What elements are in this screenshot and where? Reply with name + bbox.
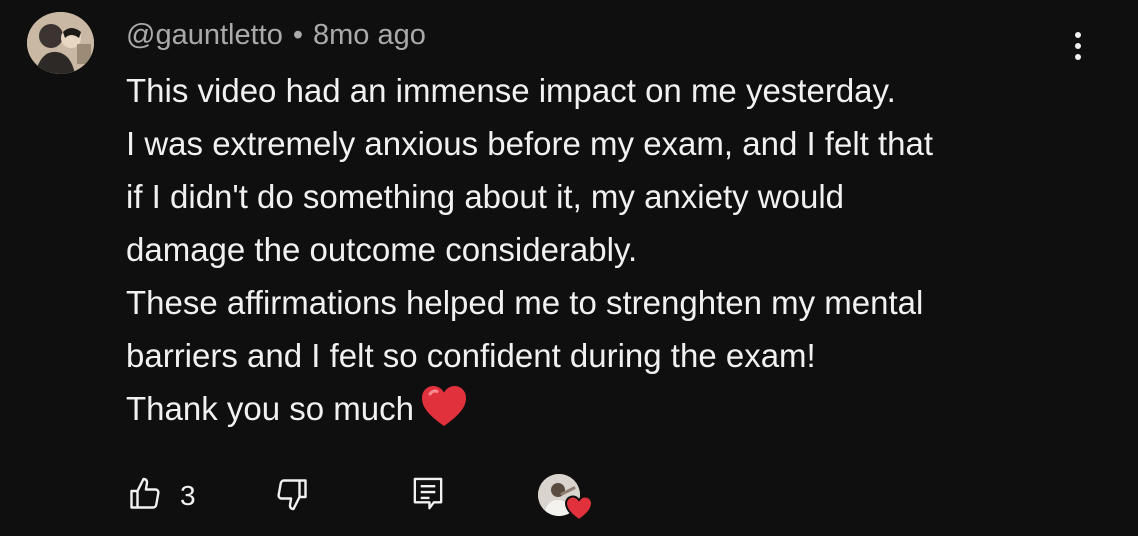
comment-time[interactable]: 8mo ago [313, 19, 426, 51]
comment-line: These affirmations helped me to strenght… [126, 284, 924, 321]
thumbs-down-icon [277, 479, 307, 511]
comment-line: barriers and I felt so confident during … [126, 337, 816, 374]
comment-line: if I didn't do something about it, my an… [126, 178, 845, 215]
reply-icon [413, 477, 443, 510]
red-heart-icon [421, 386, 466, 426]
comment-line: damage the outcome considerably. [126, 231, 638, 268]
author-name[interactable]: @gauntletto [126, 19, 283, 51]
comment-last-line: Thank you so much [126, 382, 1116, 435]
creator-heart-icon [538, 474, 596, 524]
thumbs-up-icon [130, 477, 160, 509]
comment-header: @gauntletto • 8mo ago [126, 16, 426, 54]
meta-separator: • [292, 19, 303, 51]
author-avatar[interactable] [27, 12, 94, 74]
comment-text: This video had an immense impact on me y… [126, 64, 1116, 435]
comment-line: I was extremely anxious before my exam, … [126, 125, 934, 162]
like-count: 3 [180, 480, 196, 511]
comment-line: This video had an immense impact on me y… [126, 72, 896, 109]
comment-thread: @gauntletto • 8mo ago This video had an im… [0, 0, 1138, 536]
reply-button[interactable] [410, 476, 450, 516]
dislike-button[interactable] [274, 476, 318, 516]
user-avatar-icon [27, 12, 94, 74]
more-vertical-icon[interactable] [1064, 28, 1092, 64]
mini-heart-icon [564, 495, 594, 522]
comment-line: Thank you so much [126, 390, 414, 427]
